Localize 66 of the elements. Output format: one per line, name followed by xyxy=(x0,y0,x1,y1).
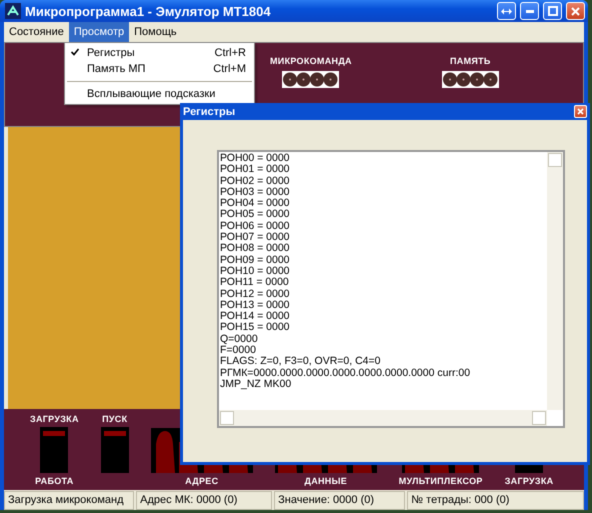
panel-caption: МУЛЬТИПЛЕКСОР xyxy=(398,476,483,486)
shortcut-text: Ctrl+R xyxy=(214,47,246,59)
register-line: РОН08 = 0000 xyxy=(220,243,291,255)
register-line: РОН10 = 0000 xyxy=(220,266,291,278)
register-line: РОН14 = 0000 xyxy=(220,311,291,322)
panel-caption: АДРЕС xyxy=(185,476,218,486)
menu-entry-label: Всплывающие подсказки xyxy=(86,88,216,100)
close-icon xyxy=(577,108,584,115)
dialog-title: Регистры xyxy=(183,106,236,118)
led-row-icon xyxy=(442,71,499,88)
register-line: РОН03 = 0000 xyxy=(220,186,291,198)
register-line: РОН02 = 0000 xyxy=(220,176,291,187)
resize-button[interactable] xyxy=(497,2,516,20)
status-panel: Загрузка микрокоманд xyxy=(4,491,134,510)
panel-caption: РАБОТА xyxy=(35,476,74,486)
app-icon xyxy=(5,3,21,19)
register-line: РОН15 = 0000 xyxy=(220,322,291,334)
register-line: РОН06 = 0000 xyxy=(220,220,291,232)
register-line: РОН11 = 0000 xyxy=(220,277,290,289)
register-line: Q=0000 xyxy=(220,334,259,346)
menu-item[interactable]: Просмотр xyxy=(68,22,130,42)
menu-entry-label: Регистры xyxy=(86,47,136,59)
status-panel: № тетрады: 000 (0) xyxy=(407,491,584,510)
minimize-button[interactable] xyxy=(520,2,539,20)
menu-entry-label: Память МП xyxy=(86,63,146,75)
menu-item[interactable]: Помощь xyxy=(129,22,182,42)
register-line: РОН07 = 0000 xyxy=(220,232,291,244)
menu-entry[interactable]: Память МП Ctrl+M xyxy=(65,61,254,77)
toggle-switch[interactable] xyxy=(100,427,129,473)
register-line: РГМК=0000.0000.0000.0000.0000.0000.0000 curr:00 xyxy=(220,368,472,379)
panel-caption: ЗАГРУЗКА xyxy=(504,476,554,486)
minimize-icon xyxy=(526,10,534,12)
dialog-close-button[interactable] xyxy=(574,105,587,118)
indicator-label: ПАМЯТЬ xyxy=(450,56,491,66)
check-icon xyxy=(71,48,79,56)
register-line: РОН09 = 0000 xyxy=(220,254,291,266)
register-line: JMP_NZ MK00 xyxy=(220,378,292,390)
switch-label: ПУСК xyxy=(102,414,128,424)
status-panel: Адрес МК: 0000 (0) xyxy=(136,491,272,510)
shortcut-text: Ctrl+M xyxy=(213,63,246,75)
register-line: РОН04 = 0000 xyxy=(220,198,291,210)
menu-entry[interactable]: Всплывающие подсказки xyxy=(65,86,254,102)
register-line: РОН13 = 0000 xyxy=(220,300,291,312)
status-panel: Значение: 0000 (0) xyxy=(274,491,406,510)
close-icon xyxy=(571,6,580,16)
horizontal-scrollbar[interactable] xyxy=(219,410,547,426)
panel-caption: ДАННЫЕ xyxy=(304,476,348,486)
toggle-switch[interactable] xyxy=(40,427,68,473)
maximize-button[interactable] xyxy=(543,2,562,20)
indicator-label: МИКРОКОМАНДА xyxy=(270,56,352,66)
double-arrow-icon xyxy=(501,8,512,14)
window-title: Микропрограмма1 - Эмулятор МТ1804 xyxy=(25,4,272,18)
registers-text-area[interactable] xyxy=(217,150,565,428)
menu-item[interactable]: Состояние xyxy=(4,22,69,42)
vertical-scrollbar[interactable] xyxy=(547,152,563,410)
register-line: РОН01 = 0000 xyxy=(220,164,291,176)
switch-label: ЗАГРУЗКА xyxy=(30,414,79,424)
maximize-icon xyxy=(548,6,558,16)
menu-entry[interactable]: Регистры Ctrl+R xyxy=(65,45,254,61)
register-line: F=0000 xyxy=(220,345,257,356)
register-line: РОН12 = 0000 xyxy=(220,288,291,300)
register-line: РОН00 = 0000 xyxy=(220,153,291,164)
register-line: FLAGS: Z=0, F3=0, OVR=0, C4=0 xyxy=(220,356,382,368)
register-line: РОН05 = 0000 xyxy=(220,209,291,221)
close-button[interactable] xyxy=(566,2,585,20)
led-row-icon xyxy=(282,71,340,88)
